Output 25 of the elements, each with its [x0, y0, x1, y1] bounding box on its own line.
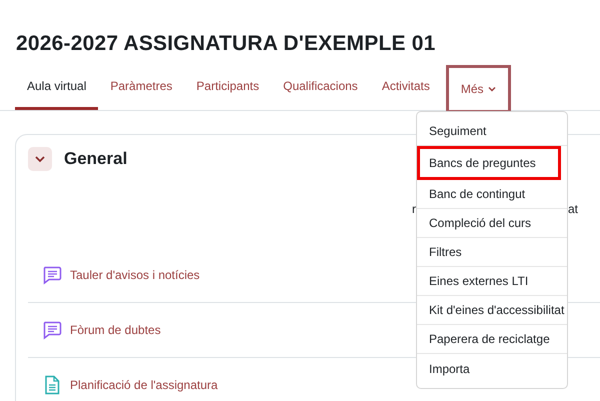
text-fragment: at [568, 202, 578, 216]
chevron-icon [34, 155, 46, 163]
chat-icon [42, 265, 62, 285]
menu-item[interactable]: Importa [417, 354, 567, 383]
menu-item[interactable]: Eines externes LTI [417, 267, 567, 296]
menu-item[interactable]: Paperera de reciclatge [417, 325, 567, 354]
nav-tab[interactable]: Participants [184, 65, 272, 110]
nav-tab[interactable]: Aula virtual [15, 65, 98, 110]
nav-tab[interactable]: Qualificacions [271, 65, 370, 110]
menu-item[interactable]: Kit d'eines d'accessibilitat [417, 296, 567, 325]
nav-tab[interactable]: Activitats [370, 65, 442, 110]
text-fragment: r [412, 202, 416, 216]
menu-item[interactable]: Compleció del curs [417, 209, 567, 238]
menu-item[interactable]: Banc de contingut [417, 180, 567, 209]
section-title: General [64, 149, 128, 169]
collapse-button[interactable] [28, 147, 52, 171]
menu-item[interactable]: Filtres [417, 238, 567, 267]
menu-item[interactable]: Seguiment [417, 117, 567, 146]
activity-link[interactable]: Fòrum de dubtes [70, 323, 161, 337]
activity-link[interactable]: Planificació de l'assignatura [70, 378, 218, 392]
menu-item[interactable]: Bancs de preguntes [417, 146, 561, 180]
chat-icon [42, 320, 62, 340]
activity-link[interactable]: Tauler d'avisos i notícies [70, 268, 200, 282]
course-title: 2026-2027 ASSIGNATURA D'EXEMPLE 01 [15, 31, 436, 57]
nav-tab[interactable]: Paràmetres [98, 65, 184, 110]
